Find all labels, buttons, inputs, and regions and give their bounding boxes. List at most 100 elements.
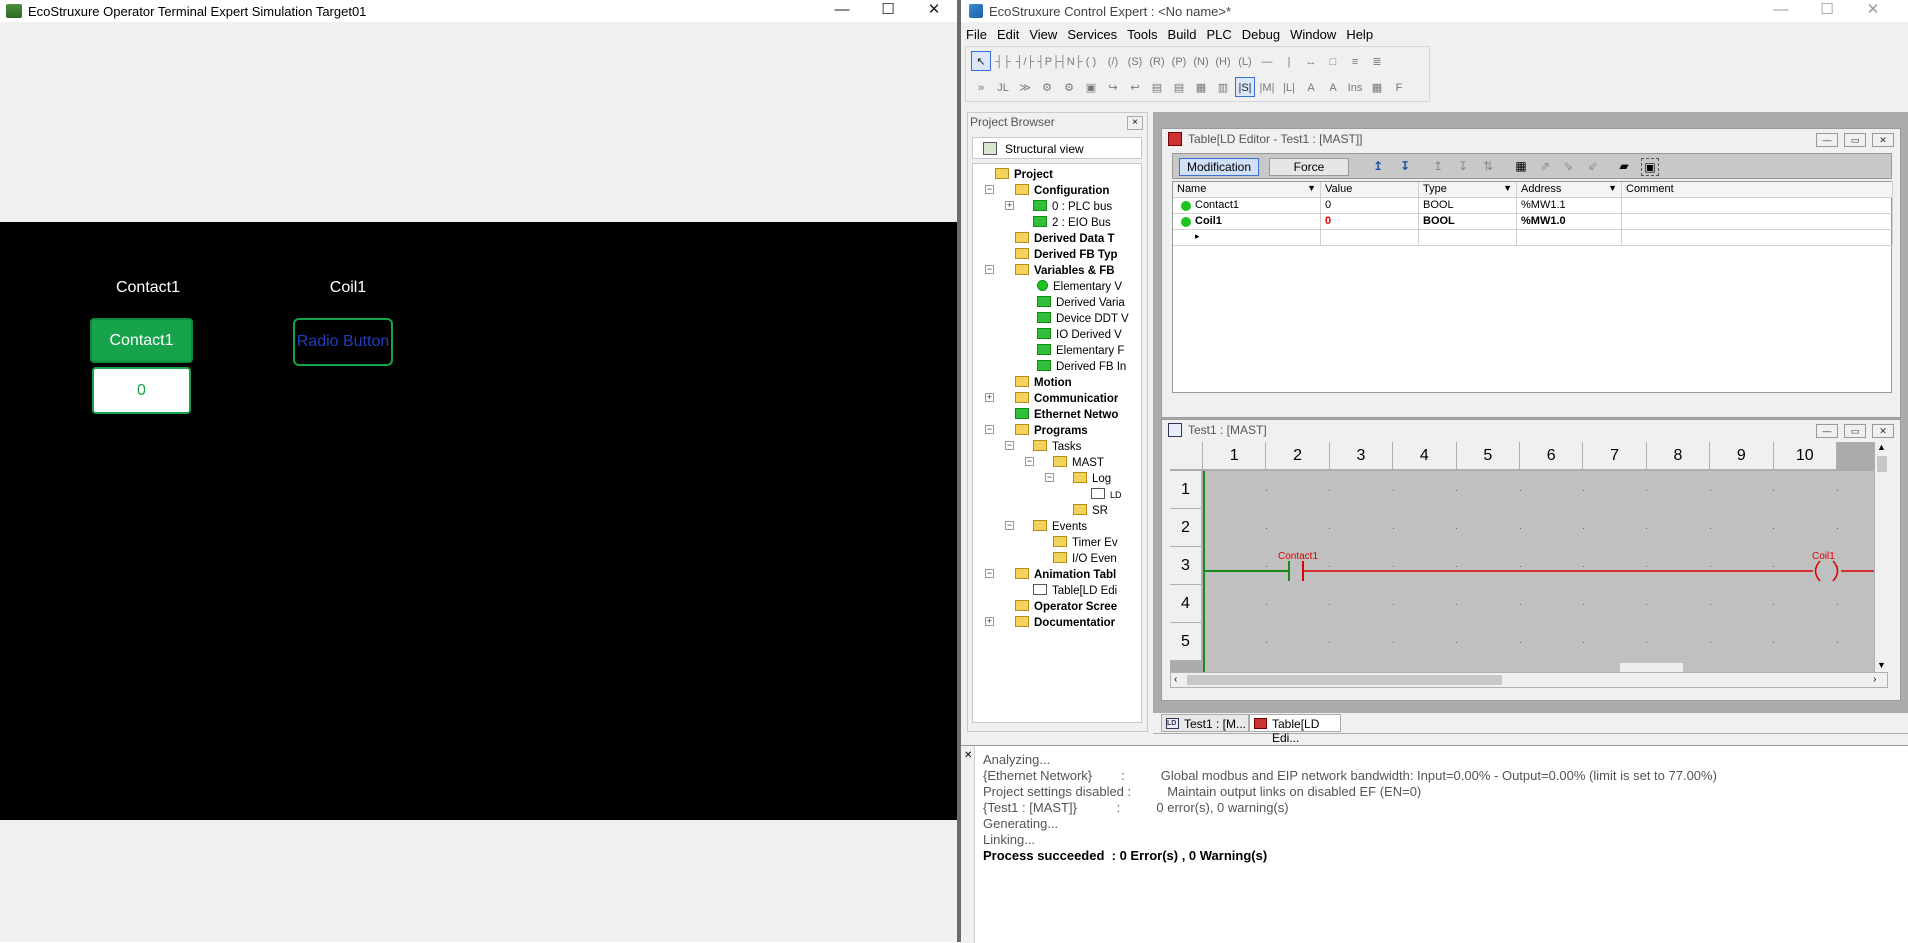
tree-item[interactable]: Log <box>1073 472 1111 488</box>
menu-plc[interactable]: PLC <box>1201 25 1236 44</box>
menu-help[interactable]: Help <box>1341 25 1378 44</box>
tree-item[interactable]: Timer Ev <box>1053 536 1118 552</box>
contact-nc-icon[interactable]: ┤/├ <box>1015 52 1035 72</box>
unforce-icon[interactable]: ⇅ <box>1478 158 1498 176</box>
table-row-value[interactable] <box>1321 230 1419 246</box>
font-small-icon[interactable]: A <box>1323 78 1343 98</box>
tree-item[interactable]: 0 : PLC bus <box>1033 200 1112 216</box>
table-row-comment[interactable] <box>1622 214 1893 230</box>
expand-icon[interactable]: + <box>1005 201 1014 210</box>
scroll-right-icon[interactable]: › <box>1873 674 1876 685</box>
menu-services[interactable]: Services <box>1062 25 1122 44</box>
contact-no-icon[interactable]: ┤├ <box>993 52 1013 72</box>
table-row-name[interactable]: Coil1 <box>1173 214 1321 230</box>
coil-not-icon[interactable]: (/) <box>1103 52 1123 72</box>
modification-button[interactable]: Modification <box>1179 158 1259 176</box>
collapse-icon[interactable]: − <box>985 265 994 274</box>
set-falling-icon[interactable]: ↧ <box>1395 158 1415 176</box>
coil-h-icon[interactable]: (H) <box>1213 52 1233 72</box>
oper-icon[interactable]: ≡ <box>1345 52 1365 72</box>
menu-view[interactable]: View <box>1024 25 1062 44</box>
link2-icon[interactable]: ↩ <box>1125 78 1145 98</box>
fill-icon[interactable]: ↔ <box>1301 52 1321 72</box>
dfb-icon[interactable]: ▣ <box>1081 78 1101 98</box>
contact-n-icon[interactable]: ┤N├ <box>1059 52 1083 72</box>
block-icon[interactable]: ⚙ <box>1037 78 1057 98</box>
tree-item[interactable]: Derived Data T <box>1015 232 1115 248</box>
expand-icon[interactable]: + <box>985 393 994 402</box>
stack-icon[interactable]: ▥ <box>1213 78 1233 98</box>
folder-a-icon[interactable]: ▤ <box>1147 78 1167 98</box>
contact-p-icon[interactable]: ┤P├ <box>1037 52 1060 72</box>
scroll-thumb[interactable] <box>1620 663 1683 672</box>
menu-file[interactable]: File <box>961 25 992 44</box>
column-header-comment[interactable]: Comment <box>1622 182 1893 198</box>
f-icon[interactable]: F <box>1389 78 1409 98</box>
horizontal-scrollbar[interactable]: ‹ › <box>1170 672 1888 688</box>
tab-animation-table[interactable]: Table[LD Edi... <box>1249 714 1341 745</box>
tree-item[interactable]: I/O Even <box>1053 552 1117 568</box>
maximize-icon[interactable]: ▭ <box>1844 424 1866 438</box>
multi-modify-icon[interactable]: ⇗ <box>1535 158 1555 176</box>
table-row-comment[interactable] <box>1622 198 1893 214</box>
tree-item[interactable]: Elementary V <box>1037 280 1122 296</box>
tree-item[interactable]: Device DDT V <box>1037 312 1129 328</box>
dropdown-arrow-icon[interactable]: ▼ <box>1503 183 1512 193</box>
multi-unforce-icon[interactable]: ⇙ <box>1583 158 1603 176</box>
close-icon[interactable]: ✕ <box>1872 424 1894 438</box>
force-1-icon[interactable]: ↥ <box>1428 158 1448 176</box>
block-ef-icon[interactable]: ⚙ <box>1059 78 1079 98</box>
new-row-marker[interactable]: ▸ <box>1173 230 1321 246</box>
tree-item[interactable]: Project <box>995 168 1053 184</box>
set-rising-icon[interactable]: ↥ <box>1368 158 1388 176</box>
menu-debug[interactable]: Debug <box>1237 25 1285 44</box>
project-tree[interactable]: Project − Configuration + 0 : PLC bus 2 … <box>972 163 1142 723</box>
minimize-icon[interactable]: — <box>1816 424 1838 438</box>
tree-item[interactable]: IO Derived V <box>1037 328 1122 344</box>
force-button[interactable]: Force <box>1269 158 1349 176</box>
tree-item[interactable]: Events <box>1033 520 1087 536</box>
menu-build[interactable]: Build <box>1163 25 1202 44</box>
collapse-icon[interactable]: − <box>985 569 994 578</box>
ld-canvas[interactable]: Contact1 Coil1 <box>1203 471 1888 672</box>
animation-table-grid[interactable]: Name ▼ Value Type ▼ Address ▼ Comment Conta… <box>1172 181 1893 393</box>
tree-item[interactable]: Ethernet Netwo <box>1015 408 1118 424</box>
column-header-name[interactable]: Name ▼ <box>1173 182 1321 198</box>
tree-item[interactable]: MAST <box>1053 456 1104 472</box>
coil-n-icon[interactable]: (N) <box>1191 52 1211 72</box>
tree-item[interactable]: SR <box>1073 504 1108 520</box>
tree-item[interactable]: Derived FB In <box>1037 360 1126 376</box>
link-icon[interactable]: ↪ <box>1103 78 1123 98</box>
coil-icon[interactable]: ( ) <box>1081 52 1101 72</box>
tree-item[interactable]: Motion <box>1015 376 1072 392</box>
return-icon[interactable]: ≫ <box>1015 78 1035 98</box>
collapse-icon[interactable]: − <box>985 185 994 194</box>
m-mode-icon[interactable]: |M| <box>1257 78 1277 98</box>
collapse-icon[interactable]: − <box>985 425 994 434</box>
coil1-right-arc[interactable] <box>1832 560 1839 582</box>
coil1-left-arc[interactable] <box>1814 560 1821 582</box>
coil-reset-icon[interactable]: (R) <box>1147 52 1167 72</box>
s-mode-icon[interactable]: |S| <box>1235 77 1255 97</box>
format-icon[interactable]: ▰ <box>1613 158 1635 176</box>
font-large-icon[interactable]: A <box>1301 78 1321 98</box>
box-icon[interactable]: □ <box>1323 52 1343 72</box>
tree-item[interactable]: Documentatior <box>1015 616 1115 632</box>
maximize-icon[interactable]: ▭ <box>1844 133 1866 147</box>
tree-item[interactable]: Programs <box>1015 424 1088 440</box>
compare-icon[interactable]: ≣ <box>1367 52 1387 72</box>
coil-set-icon[interactable]: (S) <box>1125 52 1145 72</box>
menu-edit[interactable]: Edit <box>992 25 1024 44</box>
close-icon[interactable]: ✕ <box>1872 133 1894 147</box>
menu-window[interactable]: Window <box>1285 25 1341 44</box>
scroll-left-icon[interactable]: ‹ <box>1174 674 1177 685</box>
hline-icon[interactable]: — <box>1257 52 1277 72</box>
close-icon[interactable]: ✕ <box>1850 0 1896 22</box>
collapse-icon[interactable]: − <box>1005 441 1014 450</box>
force-0-icon[interactable]: ↧ <box>1453 158 1473 176</box>
coil-l-icon[interactable]: (L) <box>1235 52 1255 72</box>
insert-icon[interactable]: Ins <box>1345 78 1365 98</box>
dropdown-arrow-icon[interactable]: ▼ <box>1608 183 1617 193</box>
l-mode-icon[interactable]: |L| <box>1279 78 1299 98</box>
zoom-icon[interactable]: ▦ <box>1367 78 1387 98</box>
